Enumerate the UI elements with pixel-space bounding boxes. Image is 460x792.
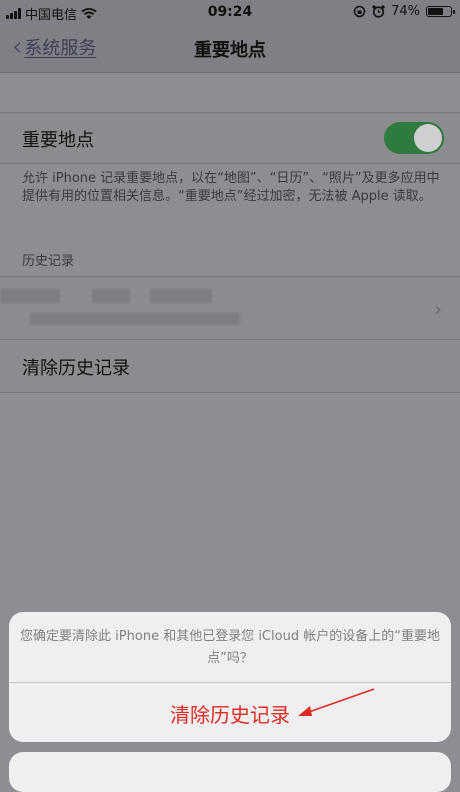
significant-locations-label: 重要地点 (22, 130, 94, 151)
clear-history-label: 清除历史记录 (22, 358, 130, 379)
blurred-text (30, 313, 240, 325)
orientation-lock-icon (353, 5, 366, 18)
toggle-description: 允许 iPhone 记录重要地点，以在“地图”、“日历”、“照片”及更多应用中提… (22, 171, 440, 204)
toggle-knob (414, 124, 442, 152)
significant-locations-toggle[interactable] (384, 122, 444, 154)
blurred-text (0, 289, 60, 303)
action-sheet-message: 您确定要清除此 iPhone 和其他已登录您 iCloud 帐户的设备上的“重要… (20, 629, 440, 666)
cancel-sheet[interactable] (9, 752, 451, 792)
status-bar: 中国电信 09:24 74% (0, 0, 460, 24)
iphone-screen: 中国电信 09:24 74% ‹ 系统服务 重要地点 重要地点 允许 iPhon… (0, 0, 460, 792)
chevron-right-icon: › (434, 297, 442, 321)
battery-percent: 74% (391, 4, 420, 19)
significant-locations-row: 重要地点 (0, 112, 460, 164)
status-right: 74% (353, 4, 455, 19)
navigation-bar: ‹ 系统服务 重要地点 (0, 24, 460, 73)
page-title: 重要地点 (194, 40, 266, 61)
history-section-header: 历史记录 (22, 254, 75, 269)
action-sheet: 您确定要清除此 iPhone 和其他已登录您 iCloud 帐户的设备上的“重要… (9, 612, 451, 742)
history-item-row[interactable]: › (0, 276, 460, 339)
blurred-text (150, 289, 212, 303)
blurred-text (92, 289, 130, 303)
battery-icon (426, 6, 455, 17)
divider (9, 682, 451, 683)
clear-history-button[interactable]: 清除历史记录 (9, 684, 451, 742)
clear-history-row[interactable]: 清除历史记录 (0, 339, 460, 393)
alarm-clock-icon (372, 5, 385, 18)
